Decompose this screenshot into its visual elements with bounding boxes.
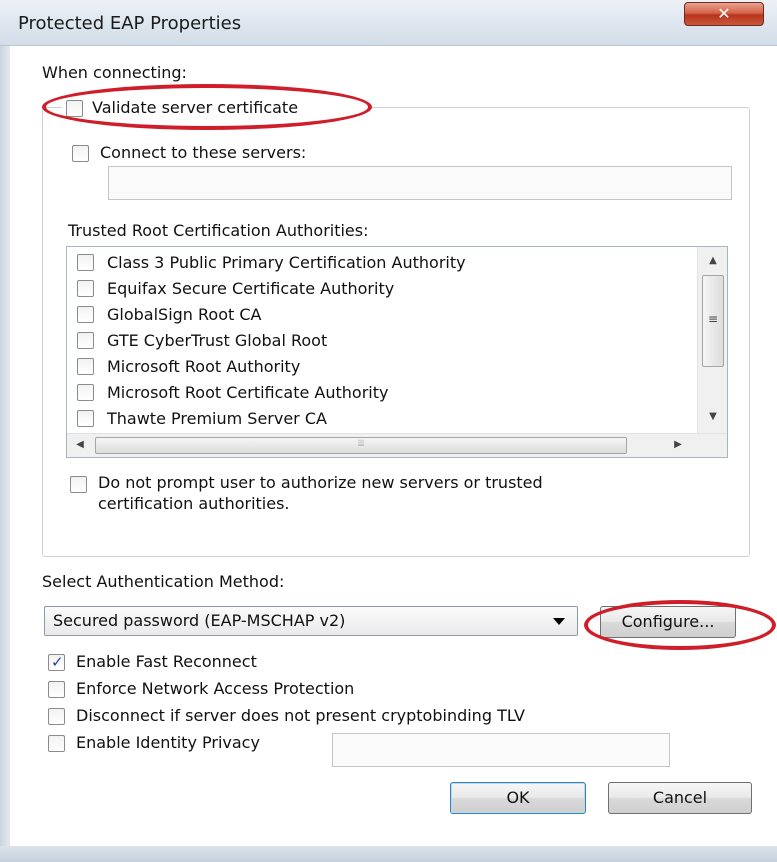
- list-item-checkbox[interactable]: [77, 280, 94, 297]
- window-title: Protected EAP Properties: [18, 13, 242, 34]
- list-item-label: Equifax Secure Certificate Authority: [107, 279, 395, 298]
- list-item-checkbox[interactable]: [77, 254, 94, 271]
- close-button[interactable]: ✕: [684, 2, 764, 26]
- trusted-roots-list[interactable]: Class 3 Public Primary Certification Aut…: [66, 246, 728, 458]
- enforce-nap-label: Enforce Network Access Protection: [76, 679, 355, 698]
- list-item[interactable]: GlobalSign Root CA: [67, 302, 697, 328]
- list-item[interactable]: GTE CyberTrust Global Root: [67, 328, 697, 354]
- list-item-checkbox[interactable]: [77, 358, 94, 375]
- fast-reconnect-label: Enable Fast Reconnect: [76, 652, 257, 671]
- when-connecting-heading: When connecting:: [42, 63, 187, 82]
- cryptobinding-label: Disconnect if server does not present cr…: [76, 706, 525, 725]
- close-icon: ✕: [717, 4, 731, 23]
- window-frame-left: [0, 46, 10, 862]
- scroll-left-icon[interactable]: ◀: [73, 439, 87, 450]
- list-item[interactable]: Thawte Premium Server CA: [67, 406, 697, 432]
- auth-method-heading: Select Authentication Method:: [42, 572, 285, 591]
- list-item[interactable]: Microsoft Root Authority: [67, 354, 697, 380]
- identity-privacy-checkbox[interactable]: [48, 735, 65, 752]
- scroll-right-icon[interactable]: ▶: [671, 439, 685, 450]
- title-bar: Protected EAP Properties ✕: [0, 0, 777, 46]
- list-item-checkbox[interactable]: [77, 306, 94, 323]
- list-item-checkbox[interactable]: [77, 332, 94, 349]
- vertical-scroll-thumb[interactable]: ≡: [702, 275, 724, 367]
- list-item-label: Class 3 Public Primary Certification Aut…: [107, 253, 466, 272]
- list-item[interactable]: Microsoft Root Certificate Authority: [67, 380, 697, 406]
- cancel-button[interactable]: Cancel: [608, 782, 752, 814]
- list-item-label: Microsoft Root Authority: [107, 357, 301, 376]
- no-prompt-label-line1: Do not prompt user to authorize new serv…: [98, 473, 543, 492]
- identity-privacy-label: Enable Identity Privacy: [76, 733, 260, 752]
- vertical-scrollbar[interactable]: ▲ ≡ ▼: [697, 247, 727, 433]
- scroll-up-icon[interactable]: ▲: [698, 255, 727, 266]
- servers-input[interactable]: [108, 166, 732, 200]
- enforce-nap-checkbox[interactable]: [48, 681, 65, 698]
- list-item-label: GTE CyberTrust Global Root: [107, 331, 328, 350]
- list-item-label: GlobalSign Root CA: [107, 305, 262, 324]
- no-prompt-checkbox[interactable]: [70, 476, 87, 493]
- horizontal-scrollbar[interactable]: ◀ ⦙⦙⦙ ▶: [67, 433, 727, 457]
- list-item[interactable]: Equifax Secure Certificate Authority: [67, 276, 697, 302]
- list-item-checkbox[interactable]: [77, 384, 94, 401]
- list-item-label: Thawte Premium Server CA: [107, 409, 327, 428]
- ok-button[interactable]: OK: [450, 782, 586, 814]
- horizontal-scroll-thumb[interactable]: ⦙⦙⦙: [95, 437, 627, 454]
- cryptobinding-checkbox[interactable]: [48, 708, 65, 725]
- grip-icon: ⦙⦙⦙: [357, 439, 365, 449]
- no-prompt-label-line2: certification authorities.: [98, 494, 290, 513]
- dropdown-arrow-icon: [553, 618, 565, 625]
- scroll-down-icon[interactable]: ▼: [698, 411, 727, 422]
- auth-method-value: Secured password (EAP-MSCHAP v2): [53, 611, 346, 630]
- fast-reconnect-checkbox[interactable]: [48, 653, 65, 671]
- connect-servers-label: Connect to these servers:: [100, 143, 307, 162]
- list-item[interactable]: Class 3 Public Primary Certification Aut…: [67, 250, 697, 276]
- configure-button[interactable]: Configure...: [600, 606, 736, 638]
- list-item-checkbox[interactable]: [77, 410, 94, 427]
- validate-cert-checkbox[interactable]: [66, 100, 83, 117]
- auth-method-select[interactable]: Secured password (EAP-MSCHAP v2): [44, 606, 578, 636]
- validate-cert-label: Validate server certificate: [92, 98, 299, 117]
- trusted-roots-heading: Trusted Root Certification Authorities:: [68, 221, 369, 240]
- connect-servers-checkbox[interactable]: [72, 145, 89, 162]
- list-item-label: Microsoft Root Certificate Authority: [107, 383, 389, 402]
- dialog-window: Protected EAP Properties ✕ When connecti…: [0, 0, 777, 862]
- window-frame-bottom: [0, 846, 777, 862]
- grip-icon: ≡: [707, 312, 719, 326]
- identity-privacy-input[interactable]: [332, 733, 670, 767]
